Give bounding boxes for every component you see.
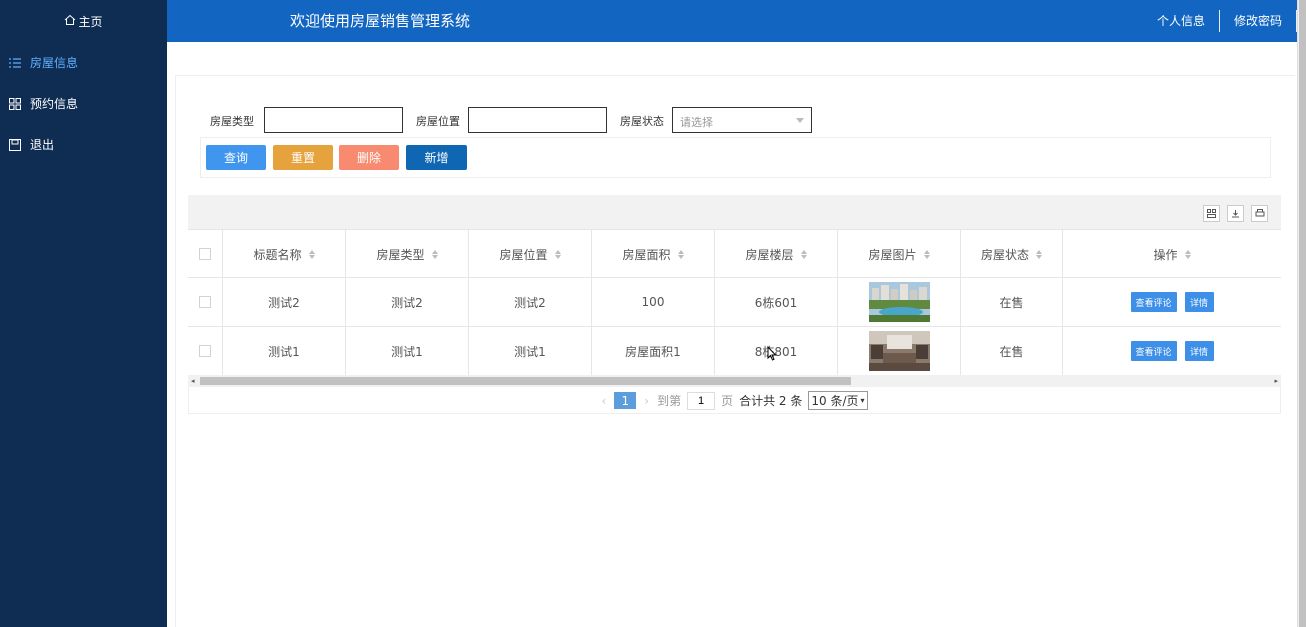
list-icon bbox=[8, 56, 22, 70]
column-header[interactable]: 标题名称 bbox=[223, 230, 346, 278]
chevron-down-icon: ▾ bbox=[860, 396, 865, 405]
detail-button[interactable]: 详情 bbox=[1184, 341, 1214, 361]
export-icon[interactable] bbox=[1227, 205, 1244, 222]
house-type-input[interactable] bbox=[264, 107, 403, 133]
sort-icon bbox=[800, 249, 807, 259]
next-page-icon[interactable]: › bbox=[644, 394, 649, 408]
sidebar-item-house-info[interactable]: 房屋信息 bbox=[0, 42, 167, 83]
top-header: 欢迎使用房屋销售管理系统 个人信息 修改密码 bbox=[167, 0, 1297, 42]
sidebar-item-label: 预约信息 bbox=[30, 97, 79, 111]
cell-area: 100 bbox=[592, 278, 715, 326]
sort-icon bbox=[1184, 249, 1191, 259]
cell-type: 测试2 bbox=[346, 278, 469, 326]
house-location-input[interactable] bbox=[468, 107, 607, 133]
sidebar-item-logout[interactable]: 退出 bbox=[0, 124, 167, 165]
cell-title: 测试1 bbox=[223, 327, 346, 375]
mouse-cursor-icon bbox=[767, 346, 777, 361]
row-checkbox[interactable] bbox=[199, 345, 211, 357]
column-header[interactable]: 房屋面积 bbox=[592, 230, 715, 278]
vertical-scrollbar[interactable] bbox=[1297, 0, 1306, 627]
column-header[interactable]: 房屋楼层 bbox=[715, 230, 838, 278]
cell-title: 测试2 bbox=[223, 278, 346, 326]
detail-button[interactable]: 详情 bbox=[1184, 292, 1214, 312]
chevron-down-icon bbox=[796, 118, 804, 123]
horizontal-scrollbar[interactable]: ◂ ▸ bbox=[188, 375, 1281, 387]
sort-icon bbox=[431, 249, 438, 259]
sidebar-item-label: 房屋信息 bbox=[30, 56, 79, 70]
prev-page-icon[interactable]: ‹ bbox=[601, 394, 606, 408]
house-location-label: 房屋位置 bbox=[416, 115, 460, 128]
save-icon bbox=[8, 138, 22, 152]
column-header[interactable]: 房屋位置 bbox=[469, 230, 592, 278]
grid-icon bbox=[8, 97, 22, 111]
page-button-current[interactable]: 1 bbox=[614, 392, 637, 409]
status-placeholder: 请选择 bbox=[680, 116, 713, 129]
sort-icon bbox=[1036, 249, 1042, 259]
page-size-select[interactable]: 10 条/页 ▾ bbox=[808, 391, 868, 410]
reset-button[interactable]: 重置 bbox=[273, 145, 333, 170]
columns-icon[interactable] bbox=[1203, 205, 1220, 222]
profile-link[interactable]: 个人信息 bbox=[1143, 10, 1220, 32]
row-checkbox[interactable] bbox=[199, 296, 211, 308]
scroll-left-icon[interactable]: ◂ bbox=[191, 377, 195, 385]
column-header[interactable]: 房屋类型 bbox=[346, 230, 469, 278]
table-row: 测试1 测试1 测试1 房屋面积1 8栋801 在售 查看评论 详情 bbox=[188, 327, 1281, 376]
home-icon bbox=[64, 14, 76, 29]
home-label: 主页 bbox=[78, 14, 103, 29]
sidebar: 主页 房屋信息 预约信息 退出 bbox=[0, 0, 167, 627]
query-button[interactable]: 查询 bbox=[206, 145, 266, 170]
view-comments-button[interactable]: 查看评论 bbox=[1130, 292, 1177, 312]
sort-icon bbox=[308, 249, 315, 259]
sidebar-item-label: 退出 bbox=[30, 138, 55, 152]
page-title: 欢迎使用房屋销售管理系统 bbox=[290, 12, 471, 30]
cell-status: 在售 bbox=[961, 327, 1063, 375]
sort-icon bbox=[677, 249, 684, 259]
cell-floor: 6栋601 bbox=[715, 278, 838, 326]
cell-status: 在售 bbox=[961, 278, 1063, 326]
home-link[interactable]: 主页 bbox=[0, 0, 167, 42]
view-comments-button[interactable]: 查看评论 bbox=[1130, 341, 1177, 361]
cell-area: 房屋面积1 bbox=[592, 327, 715, 375]
cell-type: 测试1 bbox=[346, 327, 469, 375]
cell-location: 测试2 bbox=[469, 278, 592, 326]
house-status-select[interactable]: 请选择 bbox=[672, 107, 812, 133]
add-button[interactable]: 新增 bbox=[406, 145, 467, 170]
sort-icon bbox=[554, 249, 561, 259]
print-icon[interactable] bbox=[1251, 205, 1268, 222]
scroll-right-icon[interactable]: ▸ bbox=[1274, 377, 1278, 385]
sort-icon bbox=[923, 249, 930, 259]
page-unit-label: 页 bbox=[721, 394, 734, 408]
building-exterior-image[interactable] bbox=[868, 282, 930, 322]
interior-image[interactable] bbox=[868, 331, 930, 371]
column-header[interactable]: 操作 bbox=[1063, 230, 1281, 278]
house-type-label: 房屋类型 bbox=[210, 115, 254, 128]
cell-location: 测试1 bbox=[469, 327, 592, 375]
column-header[interactable]: 房屋图片 bbox=[838, 230, 961, 278]
goto-label: 到第 bbox=[657, 394, 682, 408]
table-header-row: 标题名称 房屋类型 房屋位置 房屋面积 房屋楼层 房屋图片 房屋状态 操作 bbox=[188, 229, 1281, 278]
select-all-checkbox[interactable] bbox=[199, 248, 211, 260]
pagination: ‹ 1 › 到第 页 合计共 2 条 10 条/页▾ bbox=[188, 387, 1281, 414]
table-row: 测试2 测试2 测试2 100 6栋601 在售 查看评论 详情 bbox=[188, 278, 1281, 327]
sidebar-item-reservations[interactable]: 预约信息 bbox=[0, 83, 167, 124]
column-header[interactable]: 房屋状态 bbox=[961, 230, 1063, 278]
table-toolbar bbox=[188, 195, 1281, 229]
delete-button[interactable]: 删除 bbox=[339, 145, 399, 170]
change-password-link[interactable]: 修改密码 bbox=[1220, 10, 1297, 32]
goto-page-input[interactable] bbox=[687, 391, 716, 410]
scroll-thumb[interactable] bbox=[200, 377, 851, 385]
house-status-label: 房屋状态 bbox=[620, 115, 664, 128]
total-count: 合计共 2 条 bbox=[739, 394, 803, 408]
